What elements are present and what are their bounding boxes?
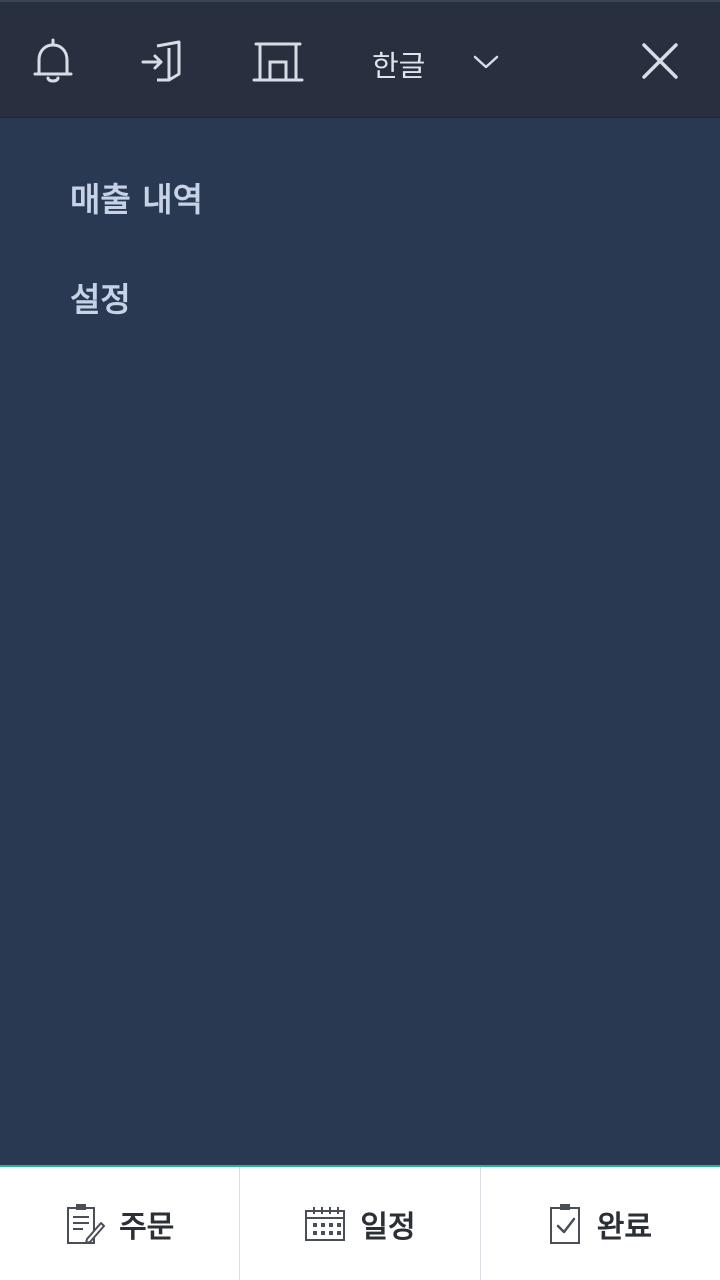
- tab-label: 일정: [360, 1209, 416, 1245]
- tab-orders[interactable]: 주문: [0, 1167, 241, 1280]
- chevron-down-icon: [472, 53, 500, 75]
- menu-item-settings[interactable]: 설정: [70, 267, 131, 327]
- menu-item-sales-history[interactable]: 매출 내역: [70, 167, 203, 227]
- side-menu: 매출 내역 설정: [0, 119, 720, 1165]
- language-label: 한글: [372, 49, 426, 83]
- store-icon[interactable]: [250, 36, 306, 86]
- bell-icon[interactable]: [28, 36, 78, 86]
- clipboard-check-icon: [549, 1203, 583, 1245]
- order-clipboard-edit-icon: [65, 1203, 106, 1245]
- close-icon[interactable]: [632, 36, 688, 86]
- tab-schedule[interactable]: 일정: [240, 1167, 481, 1280]
- tab-label: 완료: [596, 1209, 652, 1245]
- logout-icon[interactable]: [136, 36, 188, 86]
- tab-label: 주문: [119, 1209, 175, 1245]
- tab-completed[interactable]: 완료: [481, 1167, 720, 1280]
- bottom-navigation: 주문 일정 완료: [0, 1165, 720, 1280]
- calendar-icon: [304, 1206, 346, 1242]
- language-selector[interactable]: 한글: [360, 36, 510, 92]
- top-bar: 한글: [0, 0, 720, 118]
